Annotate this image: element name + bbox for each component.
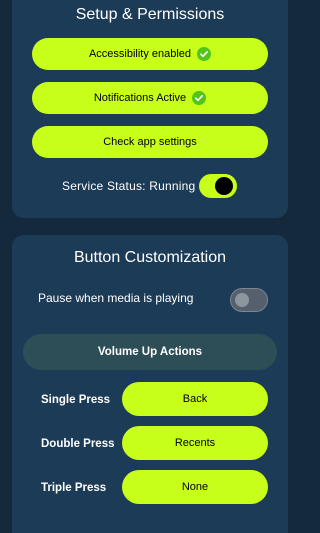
notifications-active-label: Notifications Active: [93, 92, 187, 104]
single-press-label: Single Press: [41, 394, 111, 406]
double-press-label: Double Press: [41, 438, 115, 450]
volume-up-actions-title: Volume Up Actions: [97, 346, 203, 358]
service-status-toggle[interactable]: [199, 174, 237, 198]
setup-permissions-card: Setup & Permissions Accessibility enable…: [12, 0, 288, 218]
volume-up-actions-header: Volume Up Actions: [23, 334, 277, 370]
check-app-settings-label: Check app settings: [103, 136, 197, 148]
toggle-knob: [215, 177, 233, 195]
accessibility-enabled-button[interactable]: Accessibility enabled: [32, 38, 268, 70]
button-customization-title: Button Customization: [73, 249, 227, 266]
triple-press-value: None: [181, 481, 209, 493]
double-press-action-button[interactable]: Recents: [122, 426, 268, 460]
setup-permissions-title: Setup & Permissions: [75, 6, 225, 23]
check-circle-icon: [197, 47, 212, 61]
triple-press-label: Triple Press: [41, 482, 107, 494]
single-press-action-button[interactable]: Back: [122, 382, 268, 416]
check-circle-icon: [192, 91, 207, 105]
double-press-value: Recents: [174, 437, 216, 449]
service-status-label: Service Status: Running: [62, 179, 196, 193]
service-status-row: Service Status: Running: [12, 173, 288, 199]
triple-press-action-button[interactable]: None: [122, 470, 268, 504]
toggle-knob: [235, 293, 249, 307]
check-app-settings-button[interactable]: Check app settings: [32, 126, 268, 158]
pause-media-toggle[interactable]: [230, 288, 268, 312]
notifications-active-button[interactable]: Notifications Active: [32, 82, 268, 114]
single-press-value: Back: [182, 393, 208, 405]
accessibility-enabled-label: Accessibility enabled: [88, 48, 192, 60]
button-customization-card: Button Customization Pause when media is…: [12, 235, 288, 533]
pause-media-label: Pause when media is playing: [38, 291, 194, 305]
